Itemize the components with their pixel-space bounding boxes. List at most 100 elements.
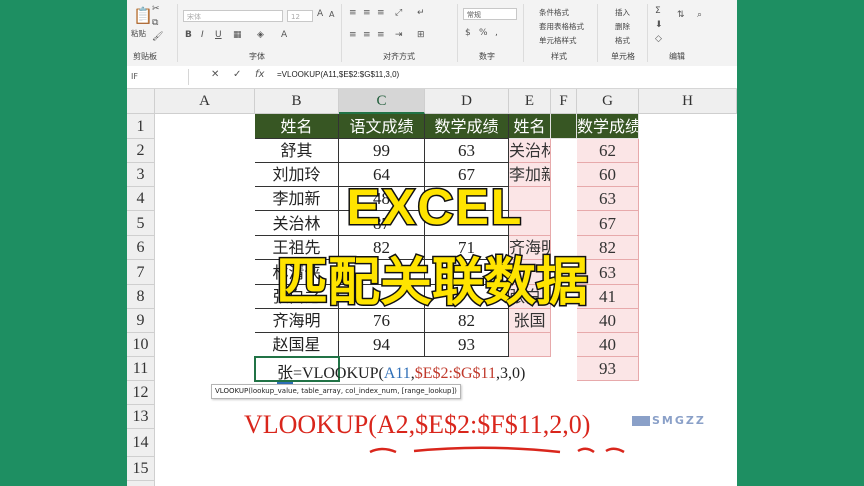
column-header-c[interactable]: C [339, 89, 425, 114]
fill-color-icon[interactable]: ◈ [257, 30, 264, 40]
column-header-e[interactable]: E [509, 89, 551, 114]
row-header-5[interactable]: 5 [127, 211, 155, 236]
overlay-title-line1: EXCEL [345, 178, 524, 237]
orientation-icon[interactable]: ⤢ [395, 8, 402, 18]
row-header-15[interactable]: 15 [127, 457, 155, 481]
delete-button[interactable]: 删除 [615, 21, 630, 32]
align-middle-icon[interactable]: ≡ [363, 8, 371, 18]
bold-icon[interactable]: B [185, 30, 192, 40]
cut-icon[interactable]: ✂ [152, 4, 160, 14]
cell-styles-button[interactable]: 单元格样式 [539, 35, 577, 46]
enter-icon[interactable]: ✓ [233, 69, 241, 80]
percent-icon[interactable]: % [479, 28, 488, 38]
currency-icon[interactable]: $ [465, 28, 471, 38]
insert-button[interactable]: 插入 [615, 7, 630, 18]
lookup-math-cell[interactable]: 60 [577, 163, 639, 187]
formula-tail: ,3,0) [495, 365, 526, 382]
row-header-2[interactable]: 2 [127, 139, 155, 163]
grow-font-icon[interactable]: A [317, 9, 323, 19]
cells-group-label: 单元格 [611, 52, 635, 61]
column-header-f[interactable]: F [551, 89, 577, 114]
row-header-16[interactable]: 16 [127, 481, 155, 486]
formula-ref-a11: A11 [383, 365, 411, 382]
shrink-font-icon[interactable]: A [329, 10, 334, 19]
lookup-name-cell[interactable]: 关治林 [509, 139, 551, 163]
name-cell[interactable]: 舒其 [255, 139, 339, 163]
row-header-9[interactable]: 9 [127, 309, 155, 333]
fill-icon[interactable]: ⬇ [655, 20, 663, 30]
insert-function-icon[interactable]: fx [255, 69, 264, 80]
lookup-header-math[interactable]: 数学成绩 [577, 114, 639, 139]
column-header-b[interactable]: B [255, 89, 339, 114]
column-header-a[interactable]: A [155, 89, 255, 114]
row-header-13[interactable]: 13 [127, 405, 155, 429]
clear-icon[interactable]: ◇ [655, 34, 662, 44]
formula-input[interactable]: =VLOOKUP(A11,$E$2:$G$11,3,0) [277, 70, 399, 79]
lookup-math-cell[interactable]: 67 [577, 211, 639, 236]
row-header-14[interactable]: 14 [127, 429, 155, 457]
align-bottom-icon[interactable]: ≡ [377, 8, 385, 18]
name-cell[interactable]: 赵国星 [255, 333, 339, 357]
in-cell-formula[interactable]: 张=VLOOKUP(A11,$E$2:$G$11,3,0) [277, 359, 526, 384]
lookup-math-cell[interactable]: 63 [577, 187, 639, 211]
chinese-score-cell[interactable]: 99 [339, 139, 425, 163]
format-as-table-button[interactable]: 套用表格格式 [539, 21, 584, 32]
select-all-corner[interactable] [127, 89, 155, 114]
lookup-header-name[interactable]: 姓名 [509, 114, 551, 139]
column-header-h[interactable]: H [639, 89, 737, 114]
row-header-1[interactable]: 1 [127, 114, 155, 139]
name-box[interactable]: IF [127, 69, 189, 85]
lookup-name-cell[interactable] [509, 333, 551, 357]
header-cell-chinese[interactable]: 语文成绩 [339, 114, 425, 139]
find-select-icon[interactable]: ⌕ [697, 10, 702, 20]
header-cell-math[interactable]: 数学成绩 [425, 114, 509, 139]
header-cell-name[interactable]: 姓名 [255, 114, 339, 139]
math-score-cell[interactable]: 63 [425, 139, 509, 163]
row-header-6[interactable]: 6 [127, 236, 155, 260]
format-painter-icon[interactable]: 🖌 [152, 32, 163, 42]
paste-button[interactable]: 粘贴 [131, 28, 146, 39]
underline-icon[interactable]: U [215, 30, 222, 40]
align-left-icon[interactable]: ≡ [349, 30, 357, 40]
cancel-icon[interactable]: ✕ [211, 69, 219, 80]
overlay-title-line2: 匹配关联数据 [274, 252, 589, 315]
column-header-d[interactable]: D [425, 89, 509, 114]
copy-icon[interactable]: ⧉ [152, 18, 158, 28]
conditional-format-button[interactable]: 条件格式 [539, 7, 569, 18]
format-button[interactable]: 格式 [615, 35, 630, 46]
ribbon-separator [341, 4, 342, 62]
row-header-3[interactable]: 3 [127, 163, 155, 187]
lookup-math-cell[interactable]: 62 [577, 139, 639, 163]
align-top-icon[interactable]: ≡ [349, 8, 357, 18]
font-size-select[interactable]: 12 [287, 10, 313, 22]
wrap-text-icon[interactable]: ↵ [417, 8, 425, 18]
indent-icon[interactable]: ⇥ [395, 30, 403, 40]
math-score-cell[interactable]: 93 [425, 333, 509, 357]
merge-icon[interactable]: ⊞ [417, 30, 425, 40]
column-header-g[interactable]: G [577, 89, 639, 114]
border-icon[interactable]: ▦ [233, 30, 242, 40]
lookup-header-gap[interactable] [551, 114, 577, 139]
row-header-12[interactable]: 12 [127, 381, 155, 405]
function-tooltip: VLOOKUP(lookup_value, table_array, col_i… [211, 384, 461, 399]
lookup-math-cell[interactable]: 93 [577, 357, 639, 381]
align-right-icon[interactable]: ≡ [377, 30, 385, 40]
comma-icon[interactable]: , [495, 28, 498, 38]
font-group-label: 字体 [249, 52, 265, 61]
ribbon: 📋 粘贴 ✂ ⧉ 🖌 剪贴板 宋体 12 A A B I U ▦ ◈ A 字体 … [127, 0, 737, 67]
row-header-10[interactable]: 10 [127, 333, 155, 357]
row-header-8[interactable]: 8 [127, 285, 155, 309]
sort-filter-icon[interactable]: ⇅ [677, 10, 685, 20]
italic-icon[interactable]: I [201, 30, 204, 40]
font-color-icon[interactable]: A [281, 30, 287, 40]
lookup-math-cell[interactable]: 40 [577, 333, 639, 357]
autosum-icon[interactable]: Σ [655, 6, 661, 16]
row-header-7[interactable]: 7 [127, 260, 155, 285]
align-center-icon[interactable]: ≡ [363, 30, 371, 40]
font-name-select[interactable]: 宋体 [183, 10, 283, 22]
chinese-score-cell[interactable]: 94 [339, 333, 425, 357]
row-header-4[interactable]: 4 [127, 187, 155, 211]
number-format-select[interactable]: 常规 [463, 8, 517, 20]
row-header-11[interactable]: 11 [127, 357, 155, 381]
paste-icon[interactable]: 📋 [133, 6, 153, 25]
